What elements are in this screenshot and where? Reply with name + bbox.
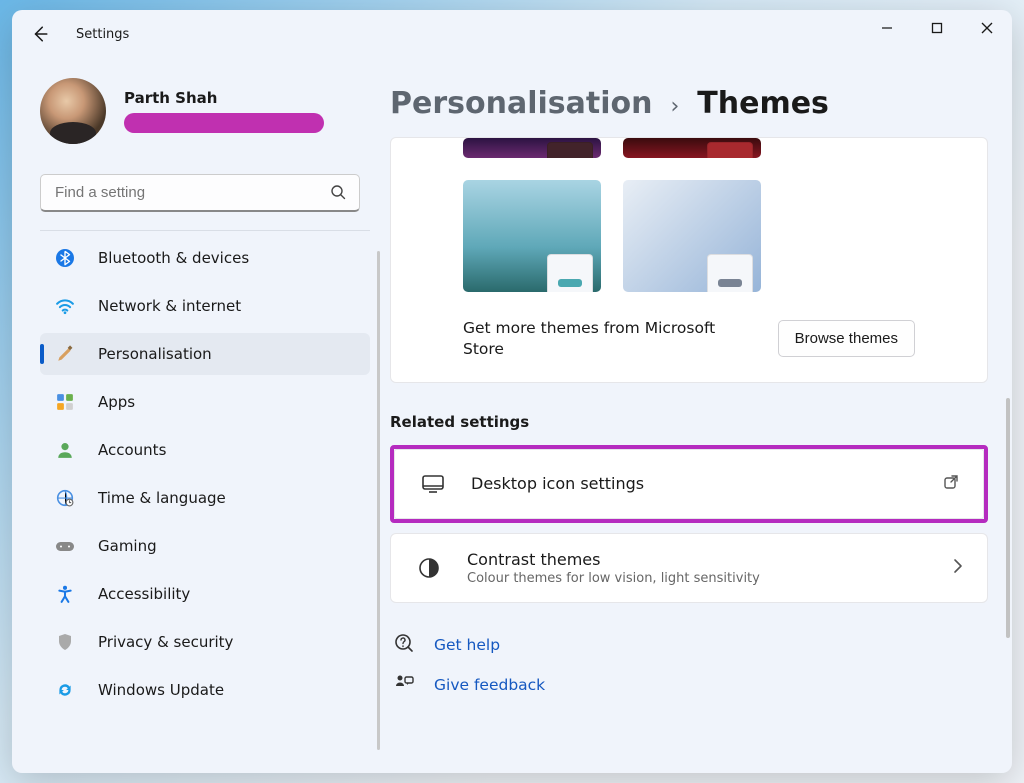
sidebar-item-label: Accounts [98,441,166,459]
sidebar-item-label: Time & language [98,489,226,507]
sidebar-item-network[interactable]: Network & internet [40,285,370,327]
sidebar-item-label: Personalisation [98,345,212,363]
setting-title: Contrast themes [467,550,953,569]
setting-text: Contrast themes Colour themes for low vi… [467,550,953,586]
sidebar-item-label: Accessibility [98,585,190,603]
sidebar-item-label: Bluetooth & devices [98,249,249,267]
back-button[interactable] [30,24,50,44]
setting-text: Desktop icon settings [471,474,943,493]
external-link-icon [943,474,959,494]
setting-title: Desktop icon settings [471,474,943,493]
browse-themes-button[interactable]: Browse themes [778,320,915,357]
sidebar-item-gaming[interactable]: Gaming [40,525,370,567]
search-box[interactable] [40,174,370,212]
theme-thumbnail[interactable] [463,180,601,292]
theme-thumbnail[interactable] [623,180,761,292]
breadcrumb-parent[interactable]: Personalisation [390,86,652,121]
related-settings-heading: Related settings [390,413,988,431]
sidebar: Parth Shah Bluetooth & devices Network &… [12,58,382,773]
minimize-icon [881,22,893,34]
theme-thumbnail[interactable] [463,138,601,158]
maximize-button[interactable] [912,10,962,46]
contrast-themes-row[interactable]: Contrast themes Colour themes for low vi… [390,533,988,603]
maximize-icon [931,22,943,34]
person-icon [54,439,76,461]
sidebar-item-label: Privacy & security [98,633,233,651]
titlebar: Settings [12,10,1012,58]
sidebar-item-windows-update[interactable]: Windows Update [40,669,370,711]
sidebar-item-accessibility[interactable]: Accessibility [40,573,370,615]
profile-name: Parth Shah [124,89,324,107]
minimize-button[interactable] [862,10,912,46]
sidebar-item-label: Apps [98,393,135,411]
highlight-box: Desktop icon settings [390,445,988,523]
search-input[interactable] [40,174,360,212]
update-icon [54,679,76,701]
sidebar-item-apps[interactable]: Apps [40,381,370,423]
main-panel: Personalisation › Themes Get more themes… [382,58,1012,773]
arrow-left-icon [31,25,49,43]
sidebar-item-label: Network & internet [98,297,241,315]
shield-icon [54,631,76,653]
settings-window: Settings Parth Shah [12,10,1012,773]
store-text: Get more themes from Microsoft Store [463,318,743,360]
profile-text: Parth Shah [124,89,324,133]
help-icon [394,633,414,657]
sidebar-item-privacy[interactable]: Privacy & security [40,621,370,663]
get-help-row[interactable]: Get help [390,633,988,657]
sidebar-item-bluetooth[interactable]: Bluetooth & devices [40,237,370,279]
give-feedback-row[interactable]: Give feedback [390,673,988,697]
window-controls [862,10,1012,46]
globe-clock-icon [54,487,76,509]
sidebar-item-label: Gaming [98,537,157,555]
themes-card: Get more themes from Microsoft Store Bro… [390,137,988,383]
nav-list: Bluetooth & devices Network & internet P… [40,230,370,750]
bluetooth-icon [54,247,76,269]
window-title: Settings [76,27,129,42]
sidebar-item-label: Windows Update [98,681,224,699]
chevron-right-icon: › [670,94,679,119]
paintbrush-icon [54,343,76,365]
store-row: Get more themes from Microsoft Store Bro… [403,318,975,360]
close-icon [981,22,993,34]
sidebar-item-accounts[interactable]: Accounts [40,429,370,471]
profile-email-redacted [124,113,324,133]
feedback-icon [394,673,414,697]
avatar [40,78,106,144]
setting-subtitle: Colour themes for low vision, light sens… [467,571,953,586]
content-area: Parth Shah Bluetooth & devices Network &… [12,58,1012,773]
theme-grid [403,138,975,292]
apps-icon [54,391,76,413]
give-feedback-link[interactable]: Give feedback [434,676,545,694]
breadcrumb-current: Themes [697,86,829,121]
sidebar-item-personalisation[interactable]: Personalisation [40,333,370,375]
accessibility-icon [54,583,76,605]
breadcrumb: Personalisation › Themes [390,86,988,121]
get-help-link[interactable]: Get help [434,636,500,654]
close-button[interactable] [962,10,1012,46]
desktop-icon-settings-row[interactable]: Desktop icon settings [394,449,984,519]
chevron-right-icon [953,558,963,578]
monitor-icon [419,474,447,494]
theme-thumbnail[interactable] [623,138,761,158]
sidebar-item-time-language[interactable]: Time & language [40,477,370,519]
wifi-icon [54,295,76,317]
gamepad-icon [54,535,76,557]
profile-block[interactable]: Parth Shah [40,78,370,144]
contrast-icon [415,557,443,579]
